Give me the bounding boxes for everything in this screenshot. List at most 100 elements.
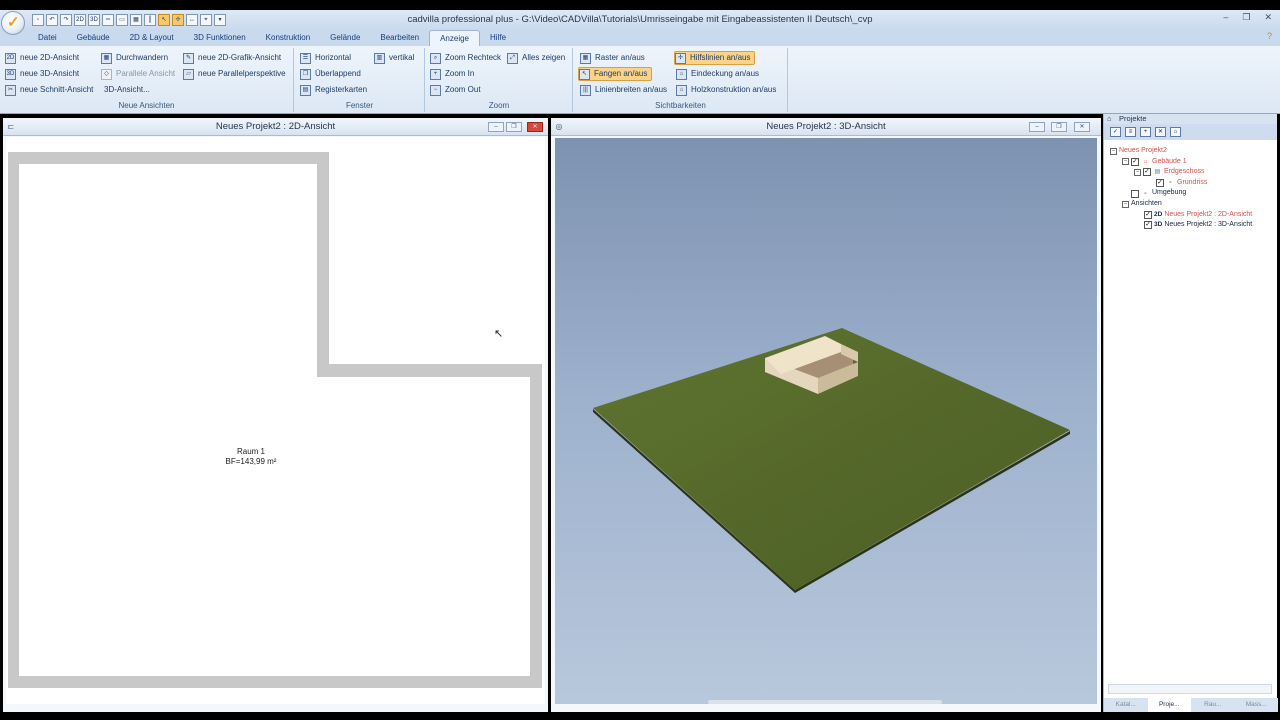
new-section-view-button[interactable]: ✂ neue Schnitt-Ansicht [5,83,93,97]
tab-3d-funktionen[interactable]: 3D Funktionen [184,30,256,46]
visibility-checkbox[interactable]: ✓ [1156,179,1164,188]
grid-toggle-button[interactable]: ▦ Raster an/aus [580,51,645,65]
tab-2d-layout[interactable]: 2D & Layout [120,30,184,46]
project-tree: − Neues Projekt2 − ✓ ⌂ Gebäude 1 − ✓ ▤ Erdgesch… [1110,146,1252,231]
visibility-checkbox[interactable]: ✓ [1144,210,1152,219]
section-icon: ✂ [5,84,16,96]
snap-icon: ↖ [579,68,590,80]
view-2d-canvas[interactable]: Raum 1 BF=143,99 m² [6,137,545,704]
add-icon[interactable]: + [1140,127,1151,137]
tree-item-floorplan[interactable]: ✓ ▫ Grundriss [1110,178,1252,189]
show-all-icon: ⤢ [507,52,518,64]
tab-datei[interactable]: Datei [28,30,67,46]
visibility-checkbox[interactable] [1131,189,1139,198]
app-menu-button[interactable]: ✓ [1,11,25,35]
visibility-checkbox[interactable]: ✓ [1144,221,1152,230]
group-label: Neue Ansichten [118,101,175,110]
delete-icon[interactable]: ✕ [1155,127,1166,137]
floor-icon: ▤ [1154,169,1161,176]
tree-item-views[interactable]: − Ansichten [1110,199,1252,210]
house-icon: ⌂ [1143,158,1148,165]
surroundings-icon: ▫ [1144,190,1147,197]
tree-item-view-3d[interactable]: ✓ 3D Neues Projekt2 : 3D-Ansicht [1110,220,1252,231]
view-2d-minimize-button[interactable]: – [488,122,504,132]
tree-item-floor[interactable]: − ✓ ▤ Erdgeschoss [1110,167,1252,178]
visibility-checkbox[interactable]: ✓ [1131,157,1139,166]
close-button[interactable]: ✕ [1264,12,1272,23]
help-icon[interactable]: ? [1267,31,1272,41]
view-3d-close-button[interactable]: ✕ [1074,122,1090,132]
tab-gebaeude[interactable]: Gebäude [67,30,120,46]
walkthrough-button[interactable]: ▦ Durchwandern [101,51,168,65]
tab-konstruktion[interactable]: Konstruktion [256,30,320,46]
zoom-rectangle-button[interactable]: ⌕ Zoom Rechteck [430,51,501,65]
3d-icon: 3D [5,68,16,80]
3d-view-dialog-button[interactable]: 3D-Ansicht... [104,83,150,97]
group-label: Zoom [488,101,510,110]
tab-hilfe[interactable]: Hilfe [480,30,516,46]
collapse-icon[interactable]: − [1122,158,1129,166]
roofing-toggle-button[interactable]: ⌂ Eindeckung an/aus [676,67,759,81]
tree-item-building[interactable]: − ✓ ⌂ Gebäude 1 [1110,157,1252,168]
tab-anzeige[interactable]: Anzeige [429,30,481,46]
projects-icon: ⌂ [1107,114,1112,123]
parallel-icon: ◇ [101,68,112,80]
zoom-in-button[interactable]: + Zoom In [430,67,474,81]
new-2d-view-button[interactable]: 2D neue 2D-Ansicht [5,51,79,65]
group-label: Fenster [345,101,374,110]
view-2d-restore-button[interactable]: ❐ [506,122,522,132]
tabs-mode-button[interactable]: ▤ Registerkarten [300,83,367,97]
projects-title: Projekte [1119,114,1147,123]
check-icon[interactable]: ✓ [1110,127,1121,137]
tile-horizontal-button[interactable]: ☰ Horizontal [300,51,351,65]
tree-item-project[interactable]: − Neues Projekt2 [1110,146,1252,157]
zoom-out-button[interactable]: − Zoom Out [430,83,481,97]
new-parallel-perspective-button[interactable]: ▱ neue Parallelperspektive [183,67,286,81]
collapse-icon[interactable]: − [1122,200,1129,208]
visibility-checkbox[interactable]: ✓ [1143,168,1151,177]
restore-button[interactable]: ❐ [1242,12,1250,23]
properties-icon[interactable]: ≡ [1125,127,1136,137]
cascade-button[interactable]: ❐ Überlappend [300,67,361,81]
view-3d-restore-button[interactable]: ❐ [1051,122,1067,132]
timber-icon: ⌂ [676,84,687,96]
3d-scene [593,328,1070,593]
view-3d-scrollbar[interactable] [708,700,942,704]
tab-dimensions[interactable]: Mass... [1235,698,1279,712]
collapse-icon[interactable]: − [1110,147,1117,155]
view-3d-canvas[interactable] [555,138,1097,704]
minimize-button[interactable]: – [1223,12,1228,23]
tree-item-surroundings[interactable]: ▫ Umgebung [1110,188,1252,199]
room-floor-left[interactable] [19,164,317,676]
mouse-cursor-icon: ↖ [494,328,504,340]
tab-catalog[interactable]: Katal... [1104,698,1148,712]
view-3d-minimize-button[interactable]: – [1029,122,1045,132]
helper-lines-toggle-button[interactable]: ✢ Hilfslinien an/aus [674,51,756,65]
room-label[interactable]: Raum 1 BF=143,99 m² [206,447,296,467]
new-2d-graphic-view-button[interactable]: ✎ neue 2D-Grafik-Ansicht [183,51,281,65]
tab-gelaende[interactable]: Gelände [320,30,370,46]
building-icon[interactable]: ⌂ [1170,127,1181,137]
group-neue-ansichten: 2D neue 2D-Ansicht 3D neue 3D-Ansicht ✂ neu… [0,48,294,112]
parallel-view-button[interactable]: ◇ Parallele Ansicht [101,67,175,81]
view-2d-title: Neues Projekt2 : 2D-Ansicht [215,121,336,132]
projects-scrollbar[interactable] [1108,684,1272,694]
ribbon-separator [0,114,1280,116]
view-2d-close-button[interactable]: ✕ [527,122,543,132]
line-width-toggle-button[interactable]: ||| Linienbreiten an/aus [580,83,667,97]
tree-item-view-2d[interactable]: ✓ 2D Neues Projekt2 : 2D-Ansicht [1110,210,1252,221]
grid-icon: ▦ [580,52,591,64]
tile-vertical-button[interactable]: ▥ vertikal [374,51,414,65]
room-area: BF=143,99 m² [225,457,277,466]
tab-bearbeiten[interactable]: Bearbeiten [370,30,429,46]
group-sichtbarkeiten: ▦ Raster an/aus ↖ Fangen an/aus ||| Linienb… [574,48,788,112]
show-all-button[interactable]: ⤢ Alles zeigen [507,51,565,65]
snap-toggle-button[interactable]: ↖ Fangen an/aus [578,67,653,81]
collapse-icon[interactable]: − [1134,168,1141,176]
timber-toggle-button[interactable]: ⌂ Holzkonstruktion an/aus [676,83,776,97]
tab-rooms[interactable]: Rau... [1191,698,1235,712]
cascade-icon: ❐ [300,68,311,80]
tab-projects[interactable]: Proje... [1147,698,1191,712]
new-3d-view-button[interactable]: 3D neue 3D-Ansicht [5,67,79,81]
room-floor-right[interactable] [317,377,530,676]
